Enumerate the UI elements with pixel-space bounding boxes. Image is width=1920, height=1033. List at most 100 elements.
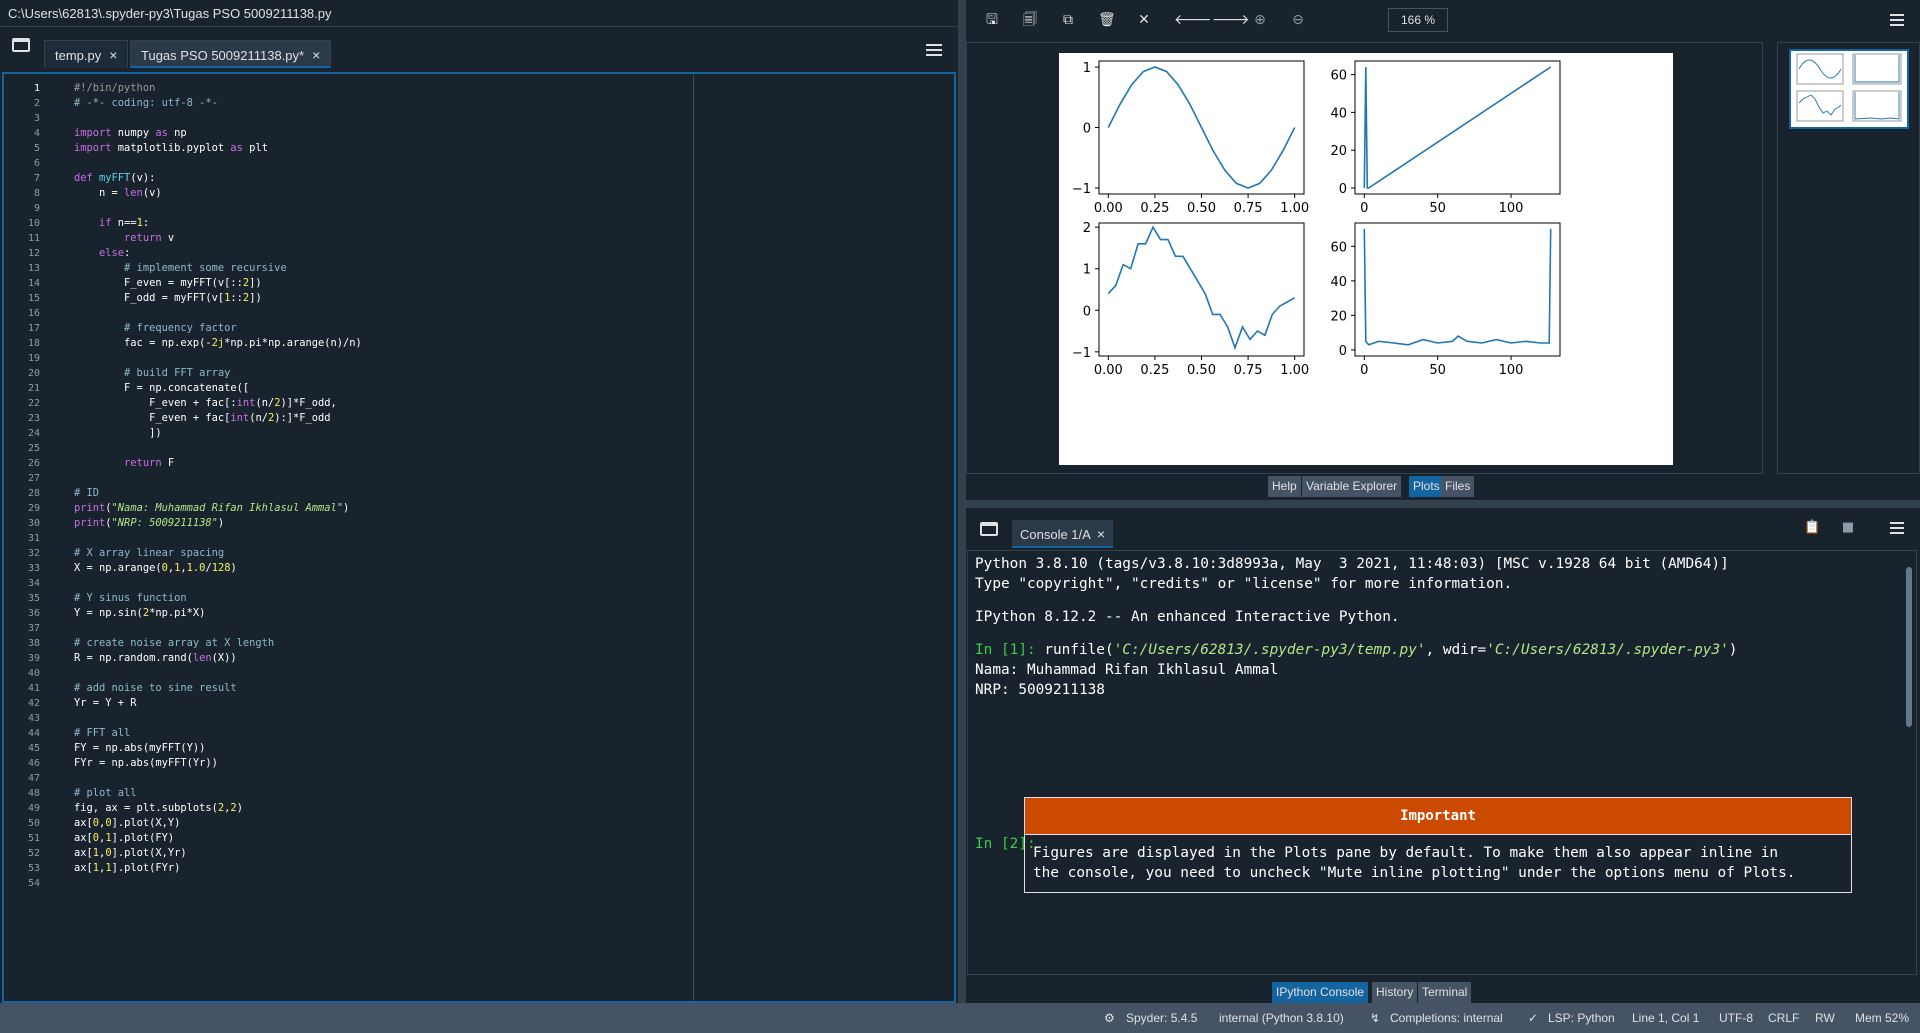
code-line: Y = np.sin(2*np.pi*X) [74, 606, 205, 621]
copy-icon[interactable]: ⧉ [1060, 12, 1076, 28]
tab-terminal[interactable]: Terminal [1418, 982, 1472, 1003]
tab-help[interactable]: Help [1268, 476, 1301, 497]
arrow-left-icon[interactable]: 🡐 [1174, 12, 1212, 28]
tab-ipython-console[interactable]: IPython Console [1272, 982, 1369, 1003]
close-all-icon[interactable]: ✕ [1136, 12, 1152, 28]
line-number: 42 [27, 698, 40, 709]
stop-icon[interactable]: ■ [1840, 520, 1856, 536]
code-token: )]*F_odd, [280, 397, 337, 409]
code-token: matplotlib.pyplot [111, 142, 231, 154]
input-prompt-2[interactable]: In [2]: [975, 835, 1044, 853]
line-endings: CRLF [1768, 1011, 1800, 1025]
code-token: int [230, 412, 250, 424]
tab-plots[interactable]: Plots [1409, 476, 1444, 497]
y-tick-label: 40 [1330, 106, 1347, 121]
code-token: ) [230, 562, 237, 574]
line-number: 24 [27, 428, 40, 439]
runfile-text: ) [1728, 642, 1738, 658]
runfile-text: , wdir= [1425, 642, 1487, 658]
code-token: len [124, 187, 143, 199]
close-icon[interactable]: × [312, 47, 320, 63]
code-token: : [142, 217, 150, 229]
figure-canvas-area[interactable]: 0.00 0.25 0.50 0.75 1.00 1 0 −1 0 50 100 60 40 20 0 0.0… [966, 42, 1763, 474]
figure-thumbnail[interactable] [1789, 49, 1909, 129]
tab-tugas-pso[interactable]: Tugas PSO 5009211138.py* × [130, 40, 332, 68]
save-all-icon[interactable]: 🗐 [1022, 12, 1038, 28]
console-scrollbar[interactable] [1904, 555, 1914, 971]
code-token: F_even + fac[: [74, 397, 237, 409]
line-number: 11 [27, 233, 40, 244]
arrow-right-icon[interactable]: 🡒 [1212, 12, 1250, 28]
line-number: 2 [33, 98, 40, 109]
code-area[interactable]: #!/bin/python # -*- coding: utf-8 -*- impo… [70, 74, 954, 1001]
line-number: 40 [27, 668, 40, 679]
line-number: 31 [27, 533, 40, 544]
clipboard-icon[interactable]: 📋 [1804, 520, 1820, 536]
tab-variable-explorer[interactable]: Variable Explorer [1302, 476, 1402, 497]
close-icon[interactable]: × [1097, 526, 1105, 542]
code-editor[interactable]: 1 2 3 4 5 6 7 8 9 10 11 12 13 14 15 16 17 18 19 20 21 22 23 24 2… [2, 72, 956, 1003]
line-number: 53 [27, 863, 40, 874]
y-tick-label: 20 [1330, 144, 1347, 159]
line-number: 28 [27, 488, 40, 499]
code-token: 128 [211, 562, 231, 574]
tab-history[interactable]: History [1372, 982, 1418, 1003]
tab-console-1a[interactable]: Console 1/A × [1012, 520, 1114, 548]
zoom-level[interactable]: 166 % [1388, 8, 1448, 32]
line-number: 34 [27, 578, 40, 589]
browse-tabs-icon[interactable] [980, 522, 998, 536]
line-number: 38 [27, 638, 40, 649]
console-tab-bar: Console 1/A × 📋 ■ [966, 508, 1920, 548]
y-tick-label: 40 [1330, 275, 1347, 290]
line-number: 17 [27, 323, 40, 334]
scrollbar-thumb[interactable] [1906, 567, 1912, 727]
input-prompt-1: In [1]: runfile('C:/Users/62813/.spyder-… [975, 641, 1737, 659]
y-tick-label: 0 [1083, 304, 1091, 319]
code-token: myFFT [92, 172, 131, 184]
code-token: ]) [249, 292, 262, 304]
thumbnail-splitter[interactable] [1763, 42, 1777, 474]
line-number: 6 [33, 158, 40, 169]
x-tick-label: 0.75 [1234, 201, 1263, 216]
tab-label: temp.py [55, 48, 102, 63]
x-tick-label: 0.75 [1234, 363, 1263, 378]
code-token: fac = np.exp(- [74, 337, 212, 349]
plots-pane-tabs: Help Variable Explorer Plots Files [966, 476, 1920, 500]
code-token: (v) [142, 187, 162, 199]
code-line: ax[1,0].plot(X,Yr) [74, 846, 187, 861]
vertical-splitter[interactable] [958, 0, 966, 1003]
line-number: 29 [27, 503, 40, 514]
completions-icon: ↯ [1370, 1011, 1381, 1025]
line-number: 50 [27, 818, 40, 829]
line-number: 51 [27, 833, 40, 844]
tab-temp-py[interactable]: temp.py × [44, 40, 129, 68]
zoom-in-icon[interactable]: ⊕ [1252, 12, 1268, 28]
cursor-position: Line 1, Col 1 [1632, 1011, 1700, 1025]
status-bar: ⚙ Spyder: 5.4.5 internal (Python 3.8.10)… [0, 1003, 1920, 1033]
interpreter-status[interactable]: internal (Python 3.8.10) [1219, 1003, 1344, 1033]
python-banner-info: Type "copyright", "credits" or "license"… [975, 576, 1513, 592]
code-line: n = len(v) [74, 186, 162, 201]
code-line: return F [74, 456, 174, 471]
code-line: F_odd = myFFT(v[1::2]) [74, 291, 262, 306]
tab-files[interactable]: Files [1441, 476, 1475, 497]
zoom-out-icon[interactable]: ⊖ [1290, 12, 1306, 28]
console-options-menu-icon[interactable] [1890, 522, 1904, 534]
browse-tabs-icon[interactable] [12, 38, 30, 52]
save-icon[interactable]: 🖫 [984, 12, 1000, 28]
line-number: 10 [27, 218, 40, 229]
editor-options-menu-icon[interactable] [926, 44, 942, 56]
trash-icon[interactable]: 🗑 [1098, 12, 1116, 28]
lsp-status: LSP: Python [1548, 1011, 1615, 1025]
horizontal-splitter[interactable] [966, 500, 1920, 508]
console-output[interactable]: Python 3.8.10 (tags/v3.8.10:3d8993a, May… [967, 550, 1917, 975]
close-icon[interactable]: × [109, 47, 117, 63]
x-tick-label: 0.00 [1094, 201, 1123, 216]
plots-options-menu-icon[interactable] [1890, 14, 1904, 26]
y-tick-label: 0 [1083, 122, 1091, 137]
code-token: (v): [130, 172, 156, 184]
code-token: # Y sinus function [74, 592, 187, 604]
output-line: Nama: Muhammad Rifan Ikhlasul Ammal [975, 662, 1279, 678]
line-number: 14 [27, 278, 40, 289]
line-number: 39 [27, 653, 40, 664]
